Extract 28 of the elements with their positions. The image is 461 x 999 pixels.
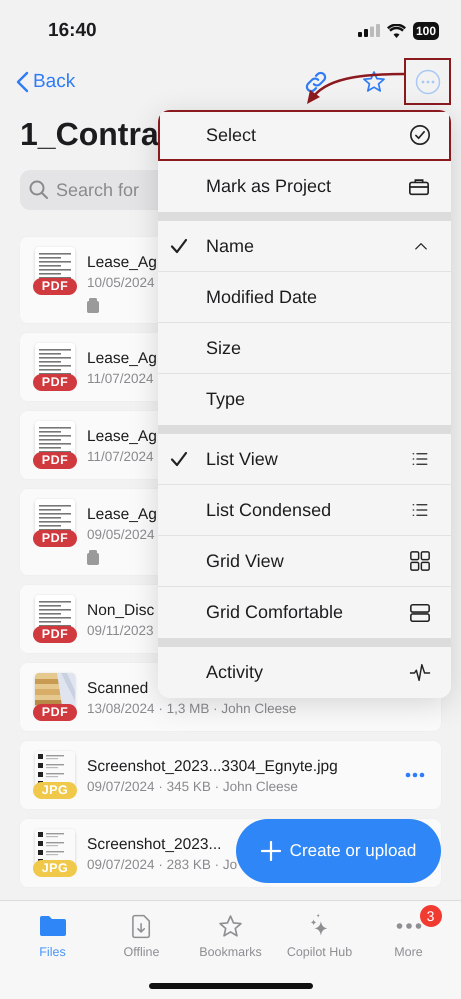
file-type-badge: PDF [33,452,77,469]
file-meta: 09/07/2024 · 283 KB · Jo [87,857,238,872]
file-type-badge: PDF [33,626,77,643]
file-meta: 10/05/2024 [87,275,155,290]
file-meta: 09/11/2023 [87,623,154,638]
file-name: Lease_Ag [87,254,157,272]
file-type-badge: JPG [33,860,77,877]
file-name: Lease_Ag [87,428,157,446]
file-name: Lease_Ag [87,506,157,524]
file-type-badge: PDF [33,278,77,295]
file-type-badge: PDF [33,704,77,721]
file-meta: 11/07/2024 [87,371,154,386]
file-type-badge: PDF [33,374,77,391]
file-name: Lease_Ag [87,350,157,368]
file-meta: 13/08/2024 · 1,3 MB · John Cleese [87,701,296,716]
file-name: Screenshot_2023... [87,836,222,854]
file-meta: 09/07/2024 · 345 KB · John Cleese [87,779,298,794]
file-name: Non_Disc [87,602,154,620]
notification-badge: 3 [420,905,442,927]
file-type-badge: JPG [33,782,77,799]
status-time: 16:40 [48,18,97,42]
file-meta: 11/07/2024 [87,449,154,464]
file-name: Scanned [87,680,148,698]
file-name: Screenshot_2023...3304_Egnyte.jpg [87,758,338,776]
file-type-badge: PDF [33,530,77,547]
battery-level: 100 [412,22,439,40]
file-meta: 09/05/2024 [87,527,155,542]
folder-title: 1_Contra [20,115,159,154]
